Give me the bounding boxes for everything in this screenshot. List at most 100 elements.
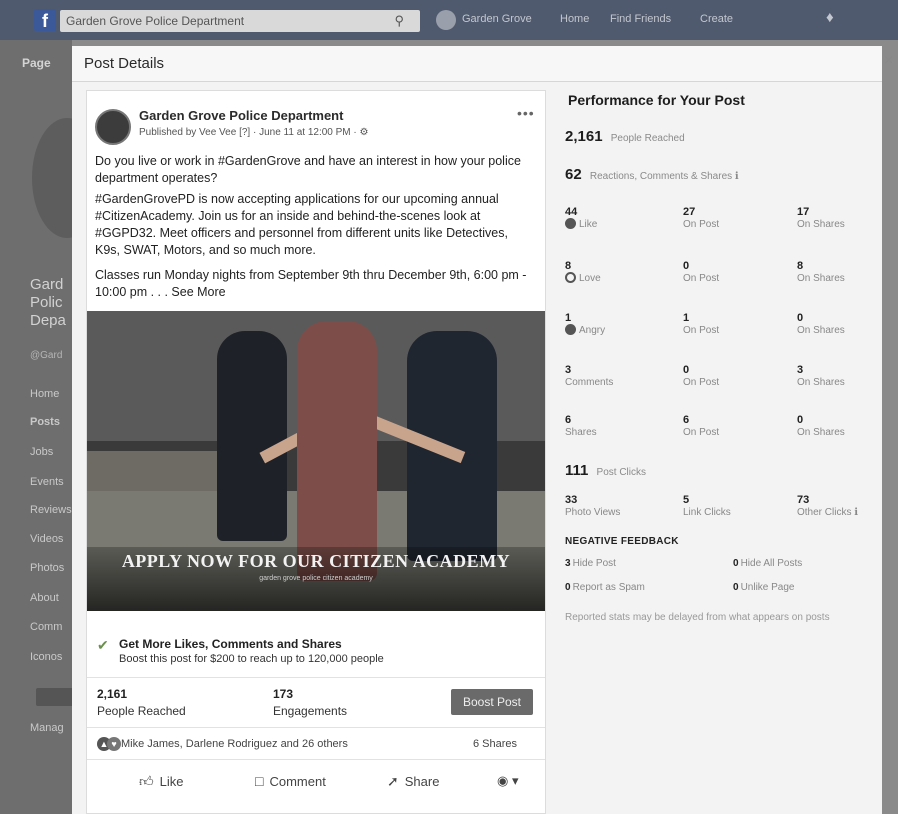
nav-home[interactable]: Home <box>560 13 589 25</box>
stat-label: On Post <box>683 427 720 438</box>
sidebar-item-iconos[interactable]: Iconos <box>30 651 62 663</box>
stat-number: 0 <box>565 582 571 593</box>
sidebar-item-events[interactable]: Events <box>30 476 64 488</box>
audience-icon: ◉ <box>497 773 509 788</box>
people-reached-label: People Reached <box>97 704 186 718</box>
post-image[interactable]: APPLY NOW FOR OUR CITIZEN ACADEMY garden… <box>87 311 545 611</box>
nav-create[interactable]: Create <box>700 13 733 25</box>
stat-number: 0 <box>683 364 690 376</box>
promote-button[interactable] <box>36 688 76 706</box>
search-input[interactable]: Garden Grove Police Department ⚲ <box>60 10 420 32</box>
manage-link[interactable]: Manag <box>30 722 64 734</box>
stat-number: 44 <box>565 206 578 218</box>
page-name-truncated: Gard Polic Depa <box>30 276 66 330</box>
like-icon <box>565 218 576 229</box>
post-text-paragraph: Do you live or work in #GardenGrove and … <box>95 154 521 185</box>
stat-label: Love <box>565 272 675 285</box>
comment-button[interactable]: □ Comment <box>255 773 326 789</box>
stat-comments-on-post: 0 On Post <box>683 364 793 389</box>
facebook-logo-icon[interactable]: f <box>34 9 56 31</box>
sidebar-item-about[interactable]: About <box>30 592 59 604</box>
engagements-count: 173 <box>273 687 294 701</box>
shares-count[interactable]: 6 Shares <box>473 738 517 750</box>
stat-label: Hide All Posts <box>740 558 803 569</box>
stat-number: 3 <box>565 558 571 569</box>
divider <box>87 677 545 678</box>
thumbs-check-icon: ✔ <box>97 637 109 653</box>
stat-comments-on-shares: 3 On Shares <box>797 364 898 389</box>
stat-label: On Shares <box>797 273 845 284</box>
comment-label: Comment <box>269 774 326 789</box>
stat-unlike-page: 0 Unlike Page <box>733 582 794 593</box>
more-options-icon[interactable]: ••• <box>517 105 535 121</box>
stat-shares: 6 Shares <box>565 414 675 439</box>
nav-find-friends[interactable]: Find Friends <box>610 13 671 25</box>
stat-other-clicks: 73 Other Clicks ℹ <box>797 494 898 519</box>
stat-number: 1 <box>683 312 690 324</box>
people-reached-count: 2,161 <box>97 687 128 701</box>
nav-profile[interactable]: Garden Grove <box>462 13 532 25</box>
reaction-icons[interactable]: ▲ ♥ <box>97 737 121 751</box>
performance-title: Performance for Your Post <box>568 92 745 108</box>
stat-number: 0 <box>797 312 804 324</box>
stat-link-clicks: 5 Link Clicks <box>683 494 793 519</box>
search-icon[interactable]: ⚲ <box>394 13 404 29</box>
page-name-line: Polic <box>30 294 63 311</box>
stat-label: On Shares <box>797 219 845 230</box>
stat-label: On Post <box>683 273 720 284</box>
stat-number: 27 <box>683 206 696 218</box>
stat-label: Report as Spam <box>572 582 645 593</box>
stat-label: People Reached <box>610 133 685 144</box>
share-label: Share <box>404 774 440 789</box>
close-icon[interactable]: × <box>884 52 893 70</box>
stat-label: Comments <box>565 377 614 388</box>
stat-number: 0 <box>797 414 804 426</box>
stat-label: On Post <box>683 219 720 230</box>
stat-like-on-shares: 17 On Shares <box>797 206 898 231</box>
post-text-paragraph: Classes run Monday nights from September… <box>95 268 527 299</box>
stat-number: 0 <box>733 582 739 593</box>
sidebar-item-jobs[interactable]: Jobs <box>30 446 53 458</box>
notifications-icon[interactable]: ♦ <box>826 9 834 26</box>
page-avatar[interactable] <box>95 109 131 145</box>
stat-label: Photo Views <box>565 507 621 518</box>
stat-like-on-post: 27 On Post <box>683 206 793 231</box>
post-page-name[interactable]: Garden Grove Police Department <box>139 108 343 123</box>
stat-label-text: Like <box>579 219 598 230</box>
avatar[interactable] <box>436 10 456 30</box>
sidebar-item-home[interactable]: Home <box>30 388 59 400</box>
stat-label: On Shares <box>797 427 845 438</box>
reaction-names[interactable]: Mike James, Darlene Rodriguez and 26 oth… <box>121 738 348 750</box>
tab-page[interactable]: Page <box>22 56 51 70</box>
sidebar-item-reviews[interactable]: Reviews <box>30 504 72 516</box>
search-value: Garden Grove Police Department <box>66 14 245 28</box>
like-button[interactable]: 👍︎ Like <box>139 773 184 790</box>
stat-number: 73 <box>797 494 810 506</box>
image-woman-center <box>297 321 377 581</box>
audience-selector[interactable]: ◉ ▾ <box>497 773 519 789</box>
stat-shares-on-post: 6 On Post <box>683 414 793 439</box>
stat-number: 33 <box>565 494 578 506</box>
modal-header: Post Details <box>72 46 882 82</box>
stats-delay-note: Reported stats may be delayed from what … <box>565 612 830 623</box>
stat-number: 6 <box>683 414 690 426</box>
stat-hide-all-posts: 0 Hide All Posts <box>733 558 802 569</box>
sidebar-item-community[interactable]: Comm <box>30 621 62 633</box>
stat-label: Unlike Page <box>740 582 795 593</box>
facebook-top-bar: f Garden Grove Police Department ⚲ Garde… <box>0 0 898 40</box>
sidebar-item-photos[interactable]: Photos <box>30 562 64 574</box>
comment-icon: □ <box>255 773 264 789</box>
sidebar-item-posts[interactable]: Posts <box>30 416 60 428</box>
chevron-down-icon: ▾ <box>511 773 519 788</box>
stat-label: Shares <box>565 427 597 438</box>
stat-label: On Post <box>683 325 720 336</box>
stat-number: 1 <box>565 312 572 324</box>
stat-love-on-shares: 8 On Shares <box>797 260 898 285</box>
modal-title: Post Details <box>84 55 165 72</box>
stat-angry-on-post: 1 On Post <box>683 312 793 337</box>
boost-post-button[interactable]: Boost Post <box>451 689 533 715</box>
stat-label: On Post <box>683 377 720 388</box>
stat-photo-views: 33 Photo Views <box>565 494 675 519</box>
share-button[interactable]: ➚ Share <box>387 773 439 790</box>
sidebar-item-videos[interactable]: Videos <box>30 533 63 545</box>
